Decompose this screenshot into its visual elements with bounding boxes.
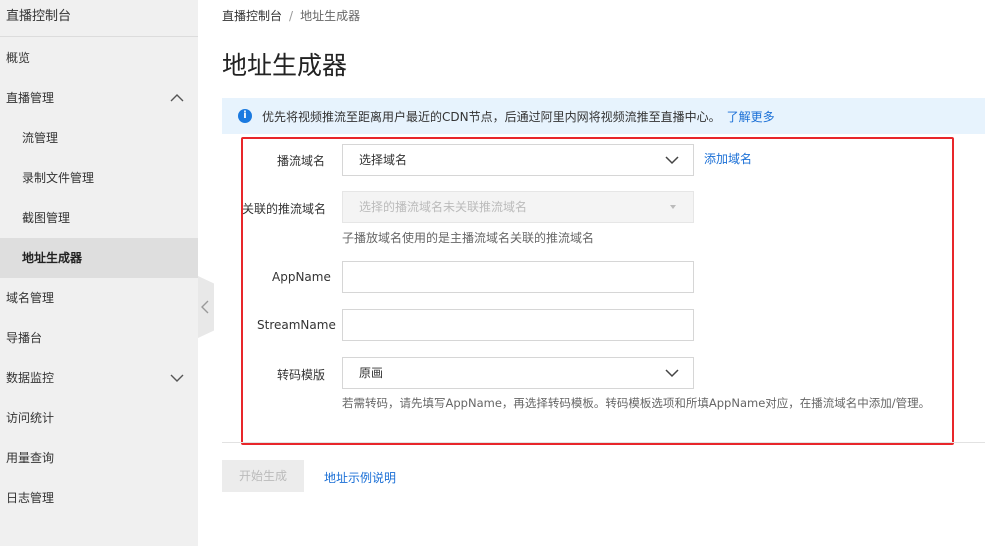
sidebar: 直播控制台 概览 直播管理 流管理 录制文件管理 截图管理 地址生成器 域名管理… <box>0 0 198 546</box>
address-example-link[interactable]: 地址示例说明 <box>324 469 396 486</box>
sidebar-item-label: 用量查询 <box>6 451 55 465</box>
sidebar-item-domain-management[interactable]: 域名管理 <box>0 278 198 318</box>
notice-text: 优先将视频推流至距离用户最近的CDN节点，后通过阿里内网将视频流推至直播中心。 <box>262 110 721 124</box>
transcode-template-label: 转码模版 <box>277 368 326 382</box>
transcode-template-value: 原画 <box>359 366 384 380</box>
sidebar-item-log-management[interactable]: 日志管理 <box>0 478 198 518</box>
sidebar-item-label: 流管理 <box>22 131 59 145</box>
sidebar-item-label: 概览 <box>6 51 31 65</box>
stream-name-label: StreamName <box>257 318 336 332</box>
sidebar-item-label: 数据监控 <box>6 371 55 385</box>
info-notice: i 优先将视频推流至距离用户最近的CDN节点，后通过阿里内网将视频流推至直播中心… <box>222 98 985 134</box>
sidebar-item-live-management[interactable]: 直播管理 <box>0 78 198 118</box>
related-domain-placeholder: 选择的播流域名未关联推流域名 <box>359 200 528 214</box>
chevron-down-icon <box>170 374 184 382</box>
transcode-hint: 若需转码，请先填写AppName，再选择转码模板。转码模板选项和所填AppNam… <box>342 396 931 410</box>
transcode-template-select[interactable]: 原画 <box>342 357 694 389</box>
breadcrumb: 直播控制台 / 地址生成器 <box>222 7 360 24</box>
app-name-input[interactable] <box>342 261 694 293</box>
related-domain-select: 选择的播流域名未关联推流域名 <box>342 191 694 223</box>
sidebar-item-label: 日志管理 <box>6 491 55 505</box>
sidebar-item-label: 录制文件管理 <box>22 171 95 185</box>
app-name-label: AppName <box>272 270 331 284</box>
sidebar-item-access-stats[interactable]: 访问统计 <box>0 398 198 438</box>
add-domain-link[interactable]: 添加域名 <box>704 150 752 167</box>
push-domain-select[interactable]: 选择域名 <box>342 144 694 176</box>
related-domain-label: 关联的推流域名 <box>242 202 327 216</box>
chevron-up-icon <box>170 94 184 102</box>
form-divider <box>222 442 985 443</box>
breadcrumb-current: 地址生成器 <box>300 9 361 23</box>
sidebar-item-address-generator[interactable]: 地址生成器 <box>0 238 198 278</box>
chevron-left-icon <box>201 300 209 314</box>
sidebar-item-recording-files[interactable]: 录制文件管理 <box>0 158 198 198</box>
learn-more-link[interactable]: 了解更多 <box>727 110 775 124</box>
sidebar-item-label: 地址生成器 <box>22 251 83 265</box>
sidebar-item-data-monitoring[interactable]: 数据监控 <box>0 358 198 398</box>
stream-name-input[interactable] <box>342 309 694 341</box>
push-domain-label: 播流域名 <box>277 154 326 168</box>
info-icon: i <box>238 109 252 123</box>
notice-text-container: 优先将视频推流至距离用户最近的CDN节点，后通过阿里内网将视频流推至直播中心。了… <box>262 108 775 125</box>
sidebar-item-label: 直播管理 <box>6 91 55 105</box>
chevron-down-icon <box>665 156 679 165</box>
breadcrumb-separator: / <box>289 9 294 23</box>
sidebar-item-label: 域名管理 <box>6 291 55 305</box>
sidebar-item-label: 截图管理 <box>22 211 71 225</box>
sidebar-item-director[interactable]: 导播台 <box>0 318 198 358</box>
chevron-down-icon <box>665 369 679 378</box>
sidebar-item-label: 导播台 <box>6 331 43 345</box>
sidebar-title[interactable]: 直播控制台 <box>0 0 198 37</box>
sidebar-item-usage-query[interactable]: 用量查询 <box>0 438 198 478</box>
sidebar-item-screenshot-management[interactable]: 截图管理 <box>0 198 198 238</box>
related-domain-hint: 子播放域名使用的是主播流域名关联的推流域名 <box>342 231 595 245</box>
sidebar-item-overview[interactable]: 概览 <box>0 38 198 78</box>
breadcrumb-root[interactable]: 直播控制台 <box>222 9 282 23</box>
sidebar-item-stream-management[interactable]: 流管理 <box>0 118 198 158</box>
start-generate-button[interactable]: 开始生成 <box>222 460 304 492</box>
caret-down-icon <box>670 205 676 209</box>
push-domain-value: 选择域名 <box>359 153 408 167</box>
sidebar-item-label: 访问统计 <box>6 411 55 425</box>
page-title: 地址生成器 <box>222 51 348 80</box>
sidebar-collapse-handle[interactable] <box>198 276 214 338</box>
